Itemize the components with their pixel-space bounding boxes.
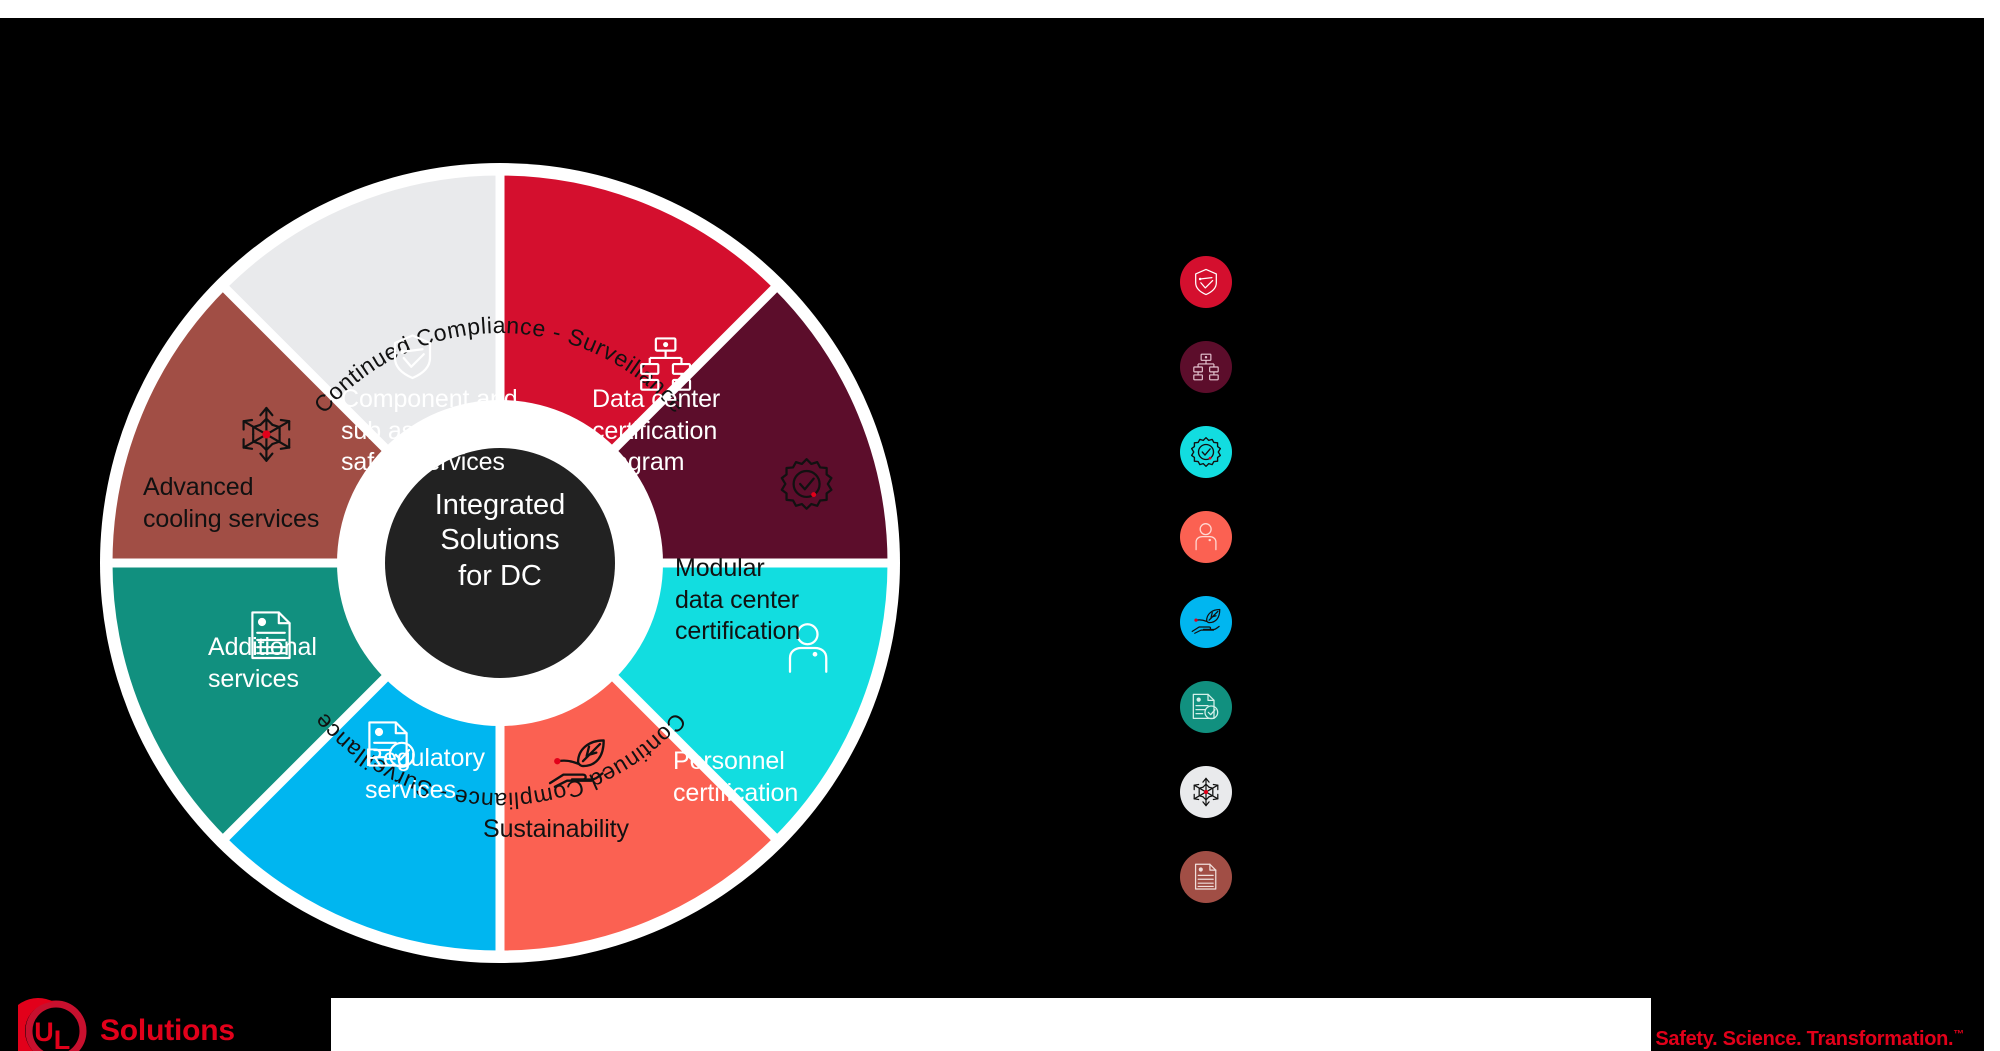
ul-logo-wordmark: Solutions — [100, 1014, 235, 1047]
wheel-center-label: Integrated Solutions for DC — [434, 489, 566, 592]
document-icon — [1194, 863, 1217, 890]
trademark-symbol: ™ — [1953, 1028, 1964, 1041]
slide-stage: Continued Compliance - Surveillance Cont… — [0, 18, 1984, 1051]
rail-item-document-check[interactable] — [1180, 681, 1232, 733]
leaf-hand-icon — [1191, 608, 1221, 634]
ul-letter-u: U — [34, 1017, 54, 1047]
rail-item-org-chart[interactable] — [1180, 341, 1232, 393]
top-white-strip — [0, 0, 2000, 18]
rail-item-document[interactable] — [1180, 851, 1232, 903]
ul-solutions-logo[interactable]: U L Solutions — [18, 993, 318, 1051]
rail-item-leaf-hand[interactable] — [1180, 596, 1232, 648]
org-chart-icon — [1193, 353, 1219, 381]
icon-rail — [1180, 256, 1242, 903]
ul-letter-l: L — [54, 1025, 71, 1051]
rail-item-snowflake[interactable] — [1180, 766, 1232, 818]
integrated-solutions-wheel: Continued Compliance - Surveillance Cont… — [95, 158, 905, 968]
right-white-strip — [1984, 0, 2000, 1051]
ul-mark-icon: U L — [18, 998, 87, 1051]
slide-root: Continued Compliance - Surveillance Cont… — [0, 0, 2000, 1051]
person-icon — [1195, 523, 1217, 551]
footer-white-panel — [331, 998, 1651, 1051]
rail-item-certified-badge[interactable] — [1180, 426, 1232, 478]
certified-badge-icon — [1191, 437, 1221, 467]
brand-tagline: Safety. Science. Transformation.™ — [1655, 1028, 1964, 1051]
rail-item-person[interactable] — [1180, 511, 1232, 563]
shield-check-icon — [1195, 268, 1217, 296]
snowflake-icon — [1193, 777, 1219, 807]
brand-tagline-text: Safety. Science. Transformation. — [1655, 1028, 1954, 1050]
rail-item-shield-check[interactable] — [1180, 256, 1232, 308]
document-check-icon — [1192, 693, 1219, 720]
